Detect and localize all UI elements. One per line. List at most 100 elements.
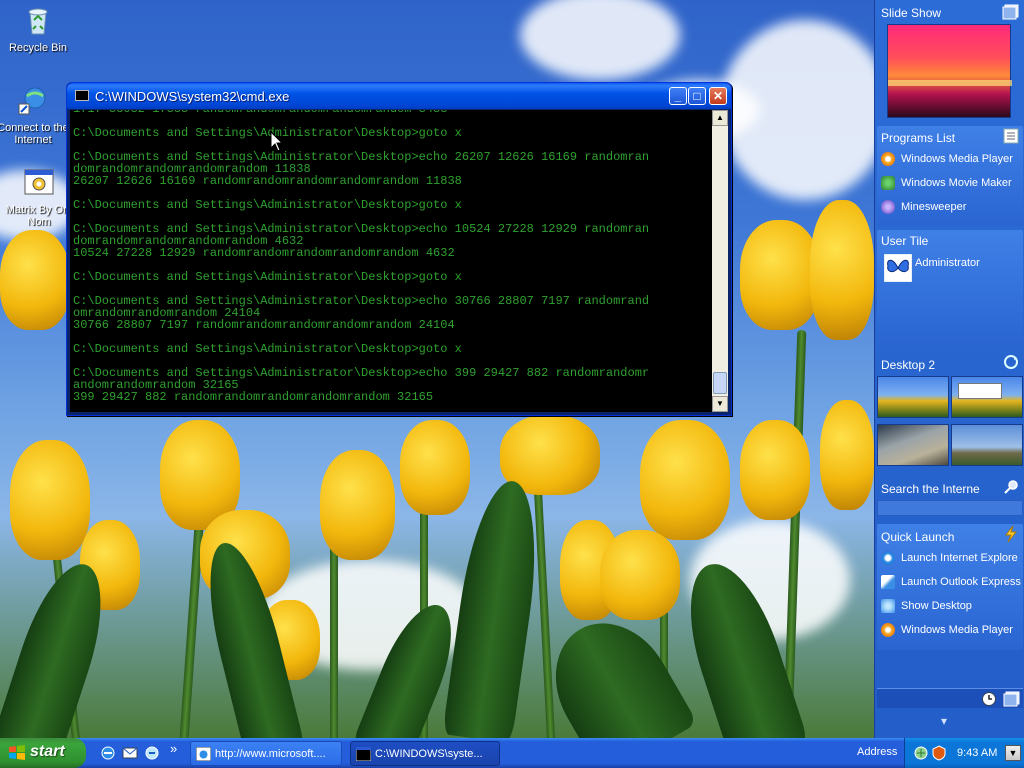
wallpaper-thumbnail-tulips-selected[interactable] — [951, 376, 1023, 418]
sidebar-scroll-down-icon[interactable]: ▾ — [941, 714, 947, 728]
desktop-icon-label: Recycle Bin — [8, 42, 68, 54]
programs-list-title: Programs List — [881, 131, 956, 145]
minimize-glyph: _ — [674, 89, 682, 103]
desktop-2-title: Desktop 2 — [881, 358, 936, 372]
quick-launch-show-desktop[interactable]: Show Desktop — [881, 599, 972, 617]
wallpaper-thumbnail-stonehenge[interactable] — [951, 424, 1023, 466]
security-shield-icon[interactable] — [931, 745, 947, 761]
quick-launch-title: Quick Launch — [881, 530, 955, 544]
close-button[interactable]: ✕ — [709, 87, 727, 105]
windows-media-player-icon — [881, 152, 895, 166]
batch-file-icon — [24, 169, 54, 195]
clock-time[interactable]: 9:43 AM — [957, 747, 997, 759]
show-desktop-icon — [881, 599, 895, 613]
quick-launch-outlook-express[interactable]: Launch Outlook Express — [881, 575, 1021, 593]
maximize-button[interactable]: □ — [688, 87, 706, 105]
quick-launch-label: Show Desktop — [901, 600, 972, 612]
wallpaper-thumbnail-moon[interactable] — [877, 424, 949, 466]
quick-launch-internet-explorer[interactable]: Launch Internet Explore — [881, 551, 1018, 569]
desktop-icon-label: Connect to the Internet — [0, 122, 69, 146]
desktop-icon-label: Matrix By Om Nom — [5, 204, 73, 228]
console-line: C:\Documents and Settings\Administrator\… — [73, 126, 462, 140]
taskbar-button-internet-explorer[interactable]: http://www.microsoft.... — [190, 741, 342, 766]
start-button[interactable]: start — [0, 738, 86, 768]
console-line: 30766 28807 7197 randomrandomrandomrando… — [73, 318, 455, 332]
window-title: C:\WINDOWS\system32\cmd.exe — [95, 89, 290, 104]
search-title: Search the Interne — [881, 482, 980, 496]
user-name[interactable]: Administrator — [915, 257, 980, 269]
clock-icon[interactable] — [981, 691, 997, 707]
lightning-icon[interactable] — [1002, 526, 1020, 542]
desktop-icon-matrix[interactable]: Matrix By Om Nom — [2, 166, 76, 228]
tulip — [10, 440, 90, 560]
program-label: Windows Media Player — [901, 153, 1013, 165]
list-icon[interactable] — [1002, 128, 1020, 144]
desktop-icon-recycle-bin[interactable]: Recycle Bin — [1, 4, 75, 54]
task-label: C:\WINDOWS\syste... — [375, 748, 483, 760]
tulip — [400, 420, 470, 515]
program-windows-movie-maker[interactable]: Windows Movie Maker — [881, 176, 1012, 194]
windows-sidebar: Slide Show Programs List Windows Media P… — [874, 0, 1024, 738]
taskbar: start » http://www.microsoft.... C:\WIND… — [0, 738, 1024, 768]
cmd-icon — [75, 90, 89, 101]
cmd-window[interactable]: C:\WINDOWS\system32\cmd.exe _ □ ✕ 1717 3… — [66, 82, 732, 416]
scroll-thumb[interactable] — [713, 372, 727, 394]
mouse-cursor-icon — [270, 131, 284, 152]
start-label: start — [30, 743, 65, 760]
system-tray: 9:43 AM ▼ — [904, 738, 1024, 768]
network-icon[interactable] — [913, 745, 929, 761]
console-output: 1717 38082 17383 randomrandomrandomrando… — [73, 110, 713, 403]
quick-launch-label: Windows Media Player — [901, 624, 1013, 636]
console-line: 26207 12626 16169 randomrandomrandomrand… — [73, 174, 462, 188]
internet-explorer-icon[interactable] — [100, 745, 116, 761]
maximize-glyph: □ — [693, 89, 701, 103]
windows-media-player-icon — [881, 623, 895, 637]
console-line: C:\Documents and Settings\Administrator\… — [73, 342, 462, 356]
console-line: C:\Documents and Settings\Administrator\… — [73, 198, 462, 212]
sidebar-bottom-bar — [877, 688, 1023, 708]
cmd-title-bar[interactable]: C:\WINDOWS\system32\cmd.exe _ □ ✕ — [67, 83, 731, 109]
wallpaper-thumbnail-tulips[interactable] — [877, 376, 949, 418]
tulip — [320, 450, 395, 560]
windows-flag-icon — [9, 745, 25, 760]
program-minesweeper[interactable]: Minesweeper — [881, 200, 966, 218]
tulip-stem — [532, 459, 556, 738]
address-toolbar-label[interactable]: Address — [857, 746, 897, 758]
tulip — [640, 420, 730, 540]
close-glyph: ✕ — [712, 89, 724, 103]
scroll-up-arrow-icon[interactable]: ▲ — [712, 110, 728, 126]
task-label: http://www.microsoft.... — [215, 748, 326, 760]
vertical-scrollbar[interactable]: ▲ ▼ — [712, 110, 728, 412]
scroll-down-arrow-icon[interactable]: ▼ — [712, 396, 728, 412]
minimize-button[interactable]: _ — [669, 87, 687, 105]
taskbar-button-cmd[interactable]: C:\WINDOWS\syste... — [350, 741, 500, 766]
slide-show-image[interactable] — [887, 24, 1012, 118]
program-windows-media-player[interactable]: Windows Media Player — [881, 152, 1013, 170]
minesweeper-icon — [881, 200, 895, 214]
thumbnail-window-preview — [958, 383, 1002, 399]
console-area[interactable]: 1717 38082 17383 randomrandomrandomrando… — [70, 110, 728, 412]
butterfly-avatar-icon[interactable] — [884, 254, 912, 282]
show-desktop-icon[interactable] — [144, 745, 160, 761]
search-icon[interactable] — [1002, 479, 1020, 495]
slide-show-icon[interactable] — [1002, 4, 1020, 20]
search-input[interactable] — [877, 500, 1023, 516]
cloud — [520, 0, 680, 80]
internet-connection-icon — [18, 87, 46, 115]
movie-maker-icon — [881, 176, 895, 190]
outlook-express-icon[interactable] — [122, 745, 138, 761]
program-label: Windows Movie Maker — [901, 177, 1012, 189]
tulip — [820, 400, 874, 510]
desktop-icon-connect-internet[interactable]: Connect to the Internet — [0, 84, 70, 146]
quick-launch-overflow-button[interactable]: » — [170, 741, 177, 756]
cmd-icon — [356, 747, 371, 761]
tulip — [740, 220, 820, 330]
quick-launch-label: Launch Internet Explore — [901, 552, 1018, 564]
slide-show-title: Slide Show — [881, 6, 942, 20]
recycle-bin-icon — [28, 8, 48, 35]
sidebar-toggle-button[interactable]: ▼ — [1005, 745, 1021, 761]
quick-launch-windows-media-player[interactable]: Windows Media Player — [881, 623, 1013, 641]
refresh-icon[interactable] — [1002, 354, 1020, 370]
slide-show-small-icon[interactable] — [1003, 691, 1021, 707]
quick-launch-label: Launch Outlook Express — [901, 576, 1021, 588]
